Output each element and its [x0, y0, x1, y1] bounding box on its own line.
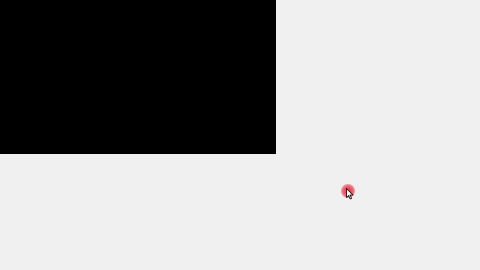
desktop-screen: [0, 0, 480, 270]
video-panel[interactable]: [0, 0, 276, 154]
mouse-cursor-icon: [346, 188, 354, 200]
